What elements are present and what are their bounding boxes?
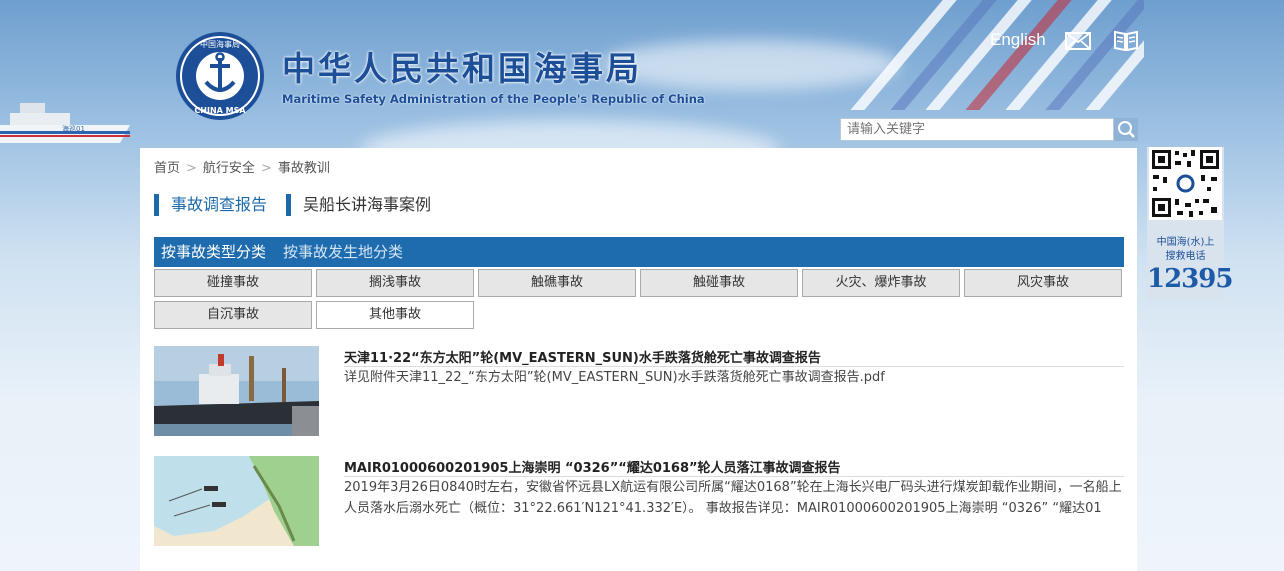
ship-label: 海巡01: [62, 124, 85, 133]
site-title-cn: 中华人民共和国海事局: [282, 49, 642, 88]
category-grounding[interactable]: 搁浅事故: [316, 269, 474, 297]
filter-by-place[interactable]: 按事故发生地分类: [283, 243, 403, 261]
english-link[interactable]: English: [990, 30, 1046, 50]
category-fire-explosion[interactable]: 火灾、爆炸事故: [802, 269, 960, 297]
hotline-caption: 中国海(水)上 搜救电话: [1147, 236, 1224, 264]
item-title[interactable]: 天津11·22“东方太阳”轮(MV_EASTERN_SUN)水手跌落货舱死亡事故…: [344, 347, 821, 366]
category-other[interactable]: 其他事故: [316, 301, 474, 329]
search-box: [840, 118, 1138, 141]
logo-text-bottom: CHINA MSA: [194, 106, 246, 115]
breadcrumb-navigation-safety[interactable]: 航行安全: [203, 161, 255, 176]
item-description: 详见附件天津11_22_“东方太阳”轮(MV_EASTERN_SUN)水手跌落货…: [344, 370, 885, 385]
breadcrumb: 首页 > 航行安全 > 事故教训: [154, 157, 330, 176]
category-storm[interactable]: 风灾事故: [964, 269, 1122, 297]
breadcrumb-separator: >: [186, 161, 197, 176]
rescue-hotline-panel: 中国海(水)上 搜救电话 12395: [1147, 147, 1233, 300]
book-icon[interactable]: [1113, 29, 1139, 51]
search-input[interactable]: [840, 118, 1114, 141]
msa-logo[interactable]: 中国海事局 CHINA MSA: [174, 30, 266, 122]
hotline-caption-line2: 搜救电话: [1165, 251, 1206, 262]
breadcrumb-separator: >: [260, 161, 272, 176]
patrol-ship-image: 海巡01: [0, 103, 130, 143]
main-content: 首页 > 航行安全 > 事故教训 事故调查报告 吴船长讲海事案例 按事故类型分类 按事故发…: [140, 148, 1137, 571]
category-reef-striking[interactable]: 触礁事故: [478, 269, 636, 297]
filter-bar: 按事故类型分类 按事故发生地分类: [154, 237, 1124, 267]
hotline-caption-line1: 中国海(水)上: [1156, 237, 1215, 248]
logo-text-top: 中国海事局: [200, 39, 240, 49]
breadcrumb-home[interactable]: 首页: [154, 161, 180, 176]
category-contact[interactable]: 触碰事故: [640, 269, 798, 297]
search-button[interactable]: [1114, 118, 1138, 141]
breadcrumb-accident-lessons[interactable]: 事故教训: [278, 161, 330, 176]
item-title[interactable]: MAIR01000600201905上海崇明 “0326”“耀达0168”轮人员…: [344, 457, 841, 476]
tab-accident-reports[interactable]: 事故调查报告: [154, 194, 267, 216]
item-description: 2019年3月26日0840时左右，安徽省怀远县LX航运有限公司所属“耀达016…: [344, 480, 1122, 516]
qr-code-image: [1149, 147, 1222, 220]
category-collision[interactable]: 碰撞事故: [154, 269, 312, 297]
search-icon: [1118, 121, 1135, 138]
site-title-en: Maritime Safety Administration of the Pe…: [282, 92, 705, 106]
category-foundering[interactable]: 自沉事故: [154, 301, 312, 329]
tab-captain-wu-cases[interactable]: 吴船长讲海事案例: [286, 194, 431, 216]
item-thumbnail[interactable]: [154, 346, 319, 436]
hotline-number: 12395: [1147, 264, 1233, 294]
filter-by-type[interactable]: 按事故类型分类: [161, 243, 266, 261]
stripe-decoration: [844, 0, 1144, 110]
item-thumbnail[interactable]: [154, 456, 319, 546]
mail-icon[interactable]: [1065, 31, 1091, 51]
